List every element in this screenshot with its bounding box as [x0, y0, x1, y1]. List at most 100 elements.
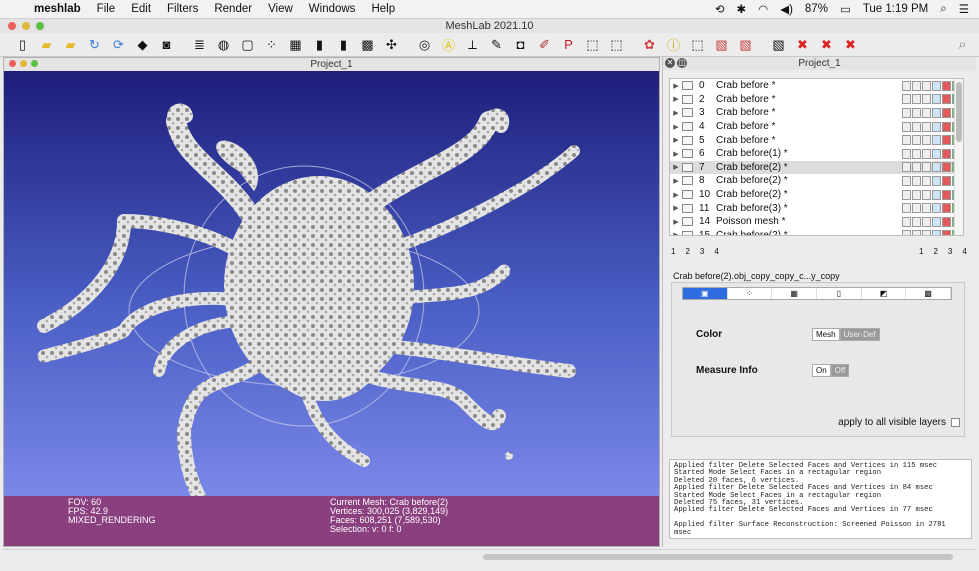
expand-arrow-icon[interactable]: ▶ [670, 231, 682, 235]
layer-row[interactable]: ▶ 8 Crab before(2) * [670, 174, 963, 188]
measure-icon[interactable]: ✎ [486, 35, 507, 55]
wire-toggle-icon[interactable] [922, 230, 931, 235]
wire-toggle-icon[interactable] [922, 162, 931, 173]
points-toggle-icon[interactable] [912, 107, 921, 118]
paint-toggle-icon[interactable] [942, 216, 951, 227]
paint-toggle-icon[interactable] [942, 189, 951, 200]
expand-arrow-icon[interactable]: ▶ [670, 191, 682, 199]
crab-mesh-render[interactable] [4, 71, 659, 496]
delete-c-icon[interactable]: ✖ [840, 35, 861, 55]
visibility-icon[interactable] [682, 190, 693, 200]
expand-arrow-icon[interactable]: ▶ [670, 204, 682, 212]
control-center-icon[interactable]: ☰ [959, 2, 969, 16]
horizontal-scrollbar[interactable] [3, 549, 976, 563]
menu-edit[interactable]: Edit [123, 3, 159, 15]
layer-row[interactable]: ▶ 6 Crab before(1) * [670, 147, 963, 161]
layer-row[interactable]: ▶ 2 Crab before * [670, 93, 963, 107]
edit-c-icon[interactable]: ▧ [768, 35, 789, 55]
page-1[interactable]: 1 [919, 247, 923, 256]
layer-row[interactable]: ▶ 11 Crab before(3) * [670, 201, 963, 215]
points-toggle-icon[interactable] [912, 121, 921, 132]
points-icon[interactable]: ⁘ [261, 35, 282, 55]
page-4[interactable]: 4 [962, 247, 966, 256]
paint-toggle-icon[interactable] [942, 148, 951, 159]
solid-toggle-icon[interactable] [932, 189, 941, 200]
points-toggle-icon[interactable] [912, 189, 921, 200]
solid-toggle-icon[interactable] [932, 230, 941, 235]
close-window-button[interactable] [8, 22, 16, 30]
close-panel-icon[interactable]: ✕ [665, 58, 675, 68]
search-icon[interactable]: ⌕ [952, 35, 973, 55]
bbox-toggle-icon[interactable] [902, 148, 911, 159]
tab-points-icon[interactable]: ⁘ [728, 288, 773, 299]
angle-icon[interactable]: ⟂ [462, 35, 483, 55]
close-view-button[interactable] [9, 60, 16, 67]
solid-toggle-icon[interactable] [932, 135, 941, 146]
visibility-icon[interactable] [682, 162, 693, 172]
select-icon[interactable]: ⬚ [582, 35, 603, 55]
save-icon[interactable]: ◆ [132, 35, 153, 55]
layer-list-scrollbar[interactable] [954, 79, 963, 235]
3d-canvas[interactable] [4, 71, 659, 496]
bbox-toggle-icon[interactable] [902, 189, 911, 200]
expand-arrow-icon[interactable]: ▶ [670, 163, 682, 171]
wire-toggle-icon[interactable] [922, 175, 931, 186]
layer-row[interactable]: ▶ 3 Crab before * [670, 106, 963, 120]
page-2[interactable]: 2 [685, 247, 689, 256]
wireframe-icon[interactable]: ▦ [285, 35, 306, 55]
globe-icon[interactable]: ◍ [213, 35, 234, 55]
wire-toggle-icon[interactable] [922, 107, 931, 118]
expand-arrow-icon[interactable]: ▶ [670, 136, 682, 144]
expand-arrow-icon[interactable]: ▶ [670, 218, 682, 226]
texture-icon[interactable]: ▩ [357, 35, 378, 55]
points-toggle-icon[interactable] [912, 80, 921, 91]
paint-toggle-icon[interactable] [942, 121, 951, 132]
bbox-toggle-icon[interactable] [902, 230, 911, 235]
points-toggle-icon[interactable] [912, 203, 921, 214]
menu-view[interactable]: View [260, 3, 301, 15]
visibility-icon[interactable] [682, 108, 693, 118]
spotlight-icon[interactable]: ⌕ [940, 3, 946, 16]
volume-icon[interactable]: ◀) [780, 2, 793, 16]
reload-icon[interactable]: ↻ [84, 35, 105, 55]
layer-row[interactable]: ▶ 7 Crab before(2) * [670, 160, 963, 175]
layer-row[interactable]: ▶ 0 Crab before * [670, 79, 963, 93]
tab-paint-icon[interactable]: ◩ [862, 288, 907, 299]
points-toggle-icon[interactable] [912, 216, 921, 227]
menu-render[interactable]: Render [206, 3, 260, 15]
visibility-icon[interactable] [682, 149, 693, 159]
camera-icon[interactable]: ◘ [510, 35, 531, 55]
georef-icon[interactable]: ✿ [639, 35, 660, 55]
tab-wire-icon[interactable]: ▦ [772, 288, 818, 299]
tab-bbox-icon[interactable]: ▣ [683, 288, 728, 299]
layer-row[interactable]: ▶ 4 Crab before * [670, 120, 963, 134]
solid-toggle-icon[interactable] [932, 216, 941, 227]
zoom-view-button[interactable] [31, 60, 38, 67]
select-verts-icon[interactable]: ⬚ [687, 35, 708, 55]
menu-app[interactable]: meshlab [26, 3, 89, 15]
paint-toggle-icon[interactable] [942, 203, 951, 214]
points-toggle-icon[interactable] [912, 148, 921, 159]
wire-toggle-icon[interactable] [922, 94, 931, 105]
folder-icon[interactable]: ▰ [60, 35, 81, 55]
tab-solid-icon[interactable]: ▯ [817, 288, 862, 299]
layer-row[interactable]: ▶ 5 Crab before * [670, 133, 963, 147]
page-4[interactable]: 4 [714, 247, 718, 256]
battery-percent[interactable]: 87% [805, 3, 828, 15]
solid-toggle-icon[interactable] [932, 107, 941, 118]
zoom-window-button[interactable] [36, 22, 44, 30]
clock[interactable]: Tue 1:19 PM [863, 3, 928, 15]
visibility-icon[interactable] [682, 176, 693, 186]
paint-icon[interactable]: ✐ [534, 35, 555, 55]
flat-icon[interactable]: ▮ [309, 35, 330, 55]
layers-icon[interactable]: ≣ [189, 35, 210, 55]
info-icon[interactable]: ⓘ [663, 35, 684, 55]
pickpoints-icon[interactable]: P [558, 35, 579, 55]
solid-toggle-icon[interactable] [932, 94, 941, 105]
paint-toggle-icon[interactable] [942, 162, 951, 173]
wire-toggle-icon[interactable] [922, 148, 931, 159]
bluetooth-icon[interactable]: ✱ [737, 2, 747, 16]
bbox-toggle-icon[interactable] [902, 203, 911, 214]
solid-toggle-icon[interactable] [932, 148, 941, 159]
paint-toggle-icon[interactable] [942, 175, 951, 186]
